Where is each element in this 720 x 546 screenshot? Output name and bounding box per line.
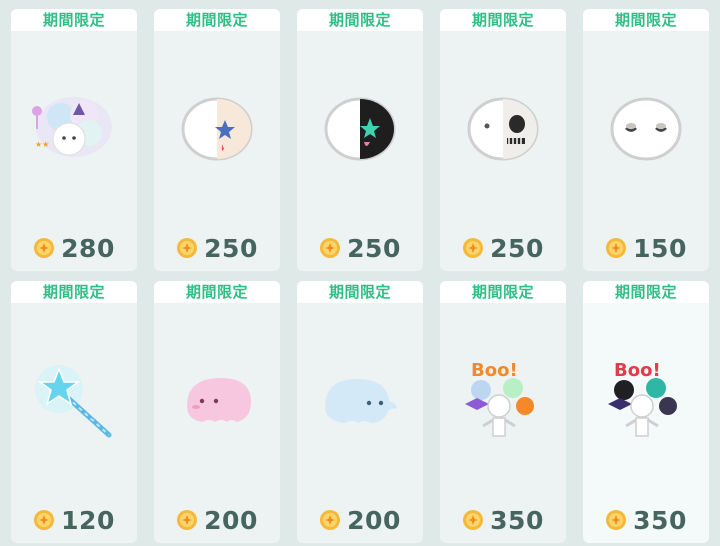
- limited-time-tag: 期間限定: [440, 9, 566, 31]
- price-amount: 250: [204, 233, 258, 263]
- shop-item-card[interactable]: 期間限定 150: [583, 9, 709, 271]
- limited-time-tag: 期間限定: [11, 9, 137, 31]
- price-amount: 200: [204, 505, 258, 535]
- price-amount: 120: [61, 505, 115, 535]
- limited-time-tag: 期間限定: [583, 281, 709, 303]
- price: 250: [154, 233, 280, 263]
- limited-time-tag: 期間限定: [11, 281, 137, 303]
- shop-item-card[interactable]: 期間限定 ★★ 280: [11, 9, 137, 271]
- svg-text:★★: ★★: [35, 140, 49, 149]
- black-half-face-mask-icon: [297, 49, 423, 209]
- dark-boo-balloons-icon: Boo!: [583, 321, 709, 481]
- price-amount: 280: [61, 233, 115, 263]
- coin-icon: [605, 237, 627, 259]
- price-amount: 200: [347, 505, 401, 535]
- coin-icon: [33, 237, 55, 259]
- coin-icon: [605, 509, 627, 531]
- limited-time-tag: 期間限定: [297, 281, 423, 303]
- limited-time-tag: 期間限定: [154, 9, 280, 31]
- sleepy-face-mask-icon: [583, 49, 709, 209]
- price: 120: [11, 505, 137, 535]
- blue-ghost-icon: [297, 321, 423, 481]
- coin-icon: [462, 237, 484, 259]
- coin-icon: [176, 509, 198, 531]
- price-amount: 350: [633, 505, 687, 535]
- price: 200: [297, 505, 423, 535]
- coin-icon: [319, 509, 341, 531]
- price: 350: [440, 505, 566, 535]
- price: 150: [583, 233, 709, 263]
- limited-time-tag: 期間限定: [583, 9, 709, 31]
- item-grid: 期間限定 ★★ 280 期間限定 250 期間限定 250 期間限定 250 期…: [0, 0, 720, 546]
- price: 350: [583, 505, 709, 535]
- shop-item-card[interactable]: 期間限定 Boo! 350: [583, 281, 709, 543]
- price-amount: 150: [633, 233, 687, 263]
- limited-time-tag: 期間限定: [297, 9, 423, 31]
- shop-item-card[interactable]: 期間限定 200: [297, 281, 423, 543]
- price: 280: [11, 233, 137, 263]
- boo-balloons-icon: Boo!: [440, 321, 566, 481]
- price-amount: 350: [490, 505, 544, 535]
- shop-item-card[interactable]: 期間限定 250: [440, 9, 566, 271]
- svg-text:Boo!: Boo!: [471, 360, 518, 381]
- price-amount: 250: [347, 233, 401, 263]
- price-amount: 250: [490, 233, 544, 263]
- half-face-star-mask-icon: [154, 49, 280, 209]
- coin-icon: [462, 509, 484, 531]
- price: 200: [154, 505, 280, 535]
- price: 250: [297, 233, 423, 263]
- svg-text:Boo!: Boo!: [614, 360, 661, 381]
- price: 250: [440, 233, 566, 263]
- shop-item-card[interactable]: 期間限定 Boo! 350: [440, 281, 566, 543]
- shop-item-card[interactable]: 期間限定 120: [11, 281, 137, 543]
- coin-icon: [33, 509, 55, 531]
- shop-item-card[interactable]: 期間限定 250: [154, 9, 280, 271]
- ghost-friends-bundle-icon: ★★: [11, 49, 137, 209]
- limited-time-tag: 期間限定: [440, 281, 566, 303]
- limited-time-tag: 期間限定: [154, 281, 280, 303]
- shop-item-card[interactable]: 期間限定 200: [154, 281, 280, 543]
- pink-ghost-icon: [154, 321, 280, 481]
- shop-item-card[interactable]: 期間限定 250: [297, 9, 423, 271]
- skull-half-face-mask-icon: [440, 49, 566, 209]
- coin-icon: [176, 237, 198, 259]
- coin-icon: [319, 237, 341, 259]
- star-wand-icon: [11, 321, 137, 481]
